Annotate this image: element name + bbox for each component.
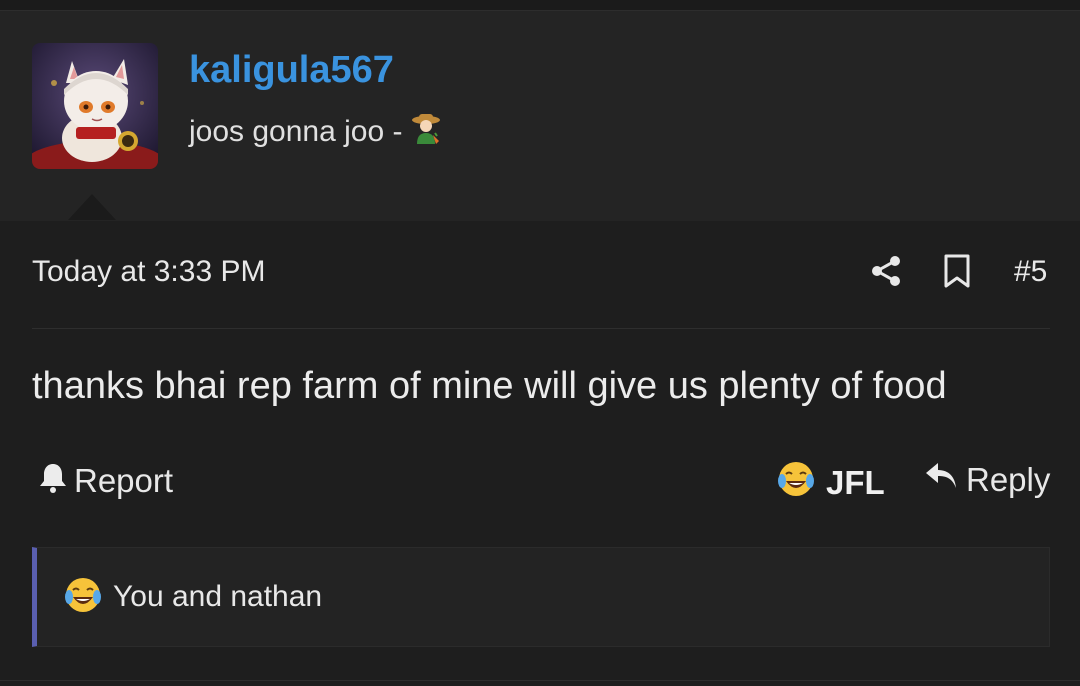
bookmark-icon[interactable] [941, 253, 973, 289]
reply-button[interactable]: Reply [924, 461, 1050, 499]
post-date-link[interactable]: Today at 3:33 PM [32, 255, 265, 289]
post-message: thanks bhai rep farm of mine will give u… [32, 365, 947, 407]
crying-laughing-emoji-icon [776, 459, 816, 507]
bell-icon [38, 461, 68, 501]
post-body: Today at 3:33 PM #5 thanks bhai rep farm… [0, 221, 1080, 686]
reply-label: Reply [966, 461, 1051, 498]
reaction-label: JFL [826, 464, 885, 501]
divider [0, 680, 1080, 681]
report-button[interactable]: Report [38, 461, 173, 501]
user-block-pointer [68, 194, 116, 220]
reaction-button[interactable]: JFL [776, 459, 885, 507]
user-info-block: kaligula567 joos gonna joo - [0, 10, 1080, 222]
crying-laughing-emoji-icon [63, 575, 103, 620]
reactions-summary[interactable]: You and nathan [32, 547, 1050, 647]
avatar[interactable] [32, 43, 158, 169]
username-link[interactable]: kaligula567 [189, 49, 394, 92]
reactions-text: You and nathan [113, 580, 323, 613]
forum-post: kaligula567 joos gonna joo - Today at 3:… [0, 0, 1080, 686]
share-icon[interactable] [868, 253, 904, 289]
user-title-text: joos gonna joo - [189, 115, 403, 148]
reply-arrow-icon [924, 461, 958, 499]
report-label: Report [74, 462, 174, 499]
farmer-emoji-icon [409, 111, 443, 153]
divider [32, 328, 1050, 329]
post-number-link[interactable]: #5 [1014, 255, 1047, 289]
user-title: joos gonna joo - [189, 111, 443, 153]
